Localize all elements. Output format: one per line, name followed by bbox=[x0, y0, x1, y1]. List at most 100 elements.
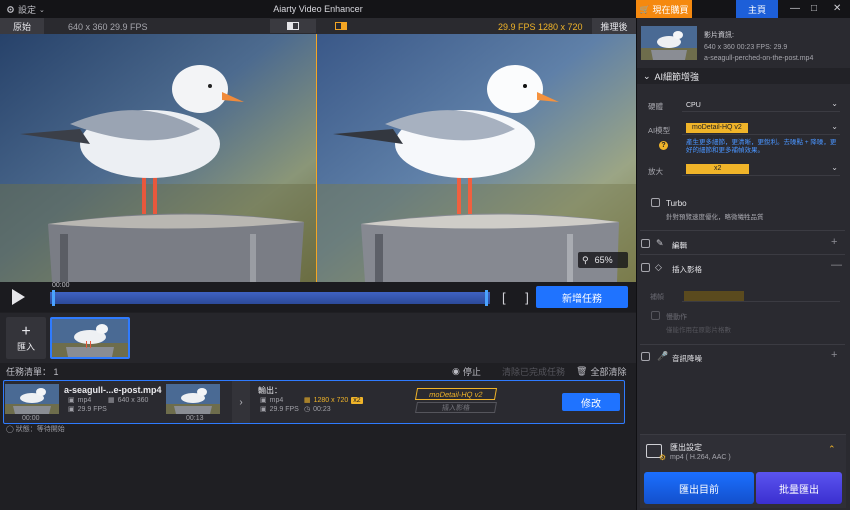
model-select[interactable]: moDetail-HQ v2 ⌄ bbox=[682, 122, 840, 135]
slow-motion-checkbox[interactable] bbox=[651, 311, 660, 320]
frame-sub-select[interactable] bbox=[682, 290, 840, 302]
frame-interp-icon: ◇ bbox=[655, 262, 662, 272]
ai-section-header[interactable]: ⌄ AI細節增強 bbox=[637, 68, 850, 84]
status-icon: ◯ bbox=[6, 426, 14, 433]
chevron-right-icon: › bbox=[232, 381, 250, 423]
magnifier-icon: ⚲ bbox=[582, 254, 589, 265]
section-divider bbox=[640, 254, 845, 255]
file-info-line: 640 x 360 00:23 FPS: 29.9 bbox=[704, 44, 788, 51]
expand-edit-icon[interactable]: + bbox=[831, 236, 837, 248]
frame-interp-checkbox[interactable] bbox=[641, 263, 650, 272]
model-note: 產生更多細節，更清晰，更銳利。去噪點 + 降噪，更好的細節和更多補幀效果。 bbox=[686, 139, 837, 154]
maximize-icon[interactable]: □ bbox=[811, 3, 817, 14]
model-label: AI模型 bbox=[648, 126, 671, 135]
audio-denoise-label: 音訊降噪 bbox=[672, 354, 702, 363]
processed-label: 推理後 bbox=[592, 18, 636, 34]
scale-select[interactable]: x2 ⌄ bbox=[682, 163, 840, 176]
trash-icon: 🗑 bbox=[576, 365, 588, 376]
video-thumbnail[interactable] bbox=[50, 317, 130, 359]
clear-done-button[interactable]: 清除已完成任務 bbox=[502, 365, 565, 378]
help-icon[interactable]: ? bbox=[659, 141, 668, 150]
audio-denoise-checkbox[interactable] bbox=[641, 352, 650, 361]
plus-icon: + bbox=[21, 322, 31, 340]
chevron-up-icon[interactable]: ⌃ bbox=[828, 444, 836, 455]
original-info: 640 x 360 29.9 FPS bbox=[68, 22, 148, 32]
turbo-checkbox[interactable] bbox=[651, 198, 660, 207]
output-duration: ◷ 00:23 bbox=[304, 405, 331, 414]
clear-all-button[interactable]: 🗑 全部清除 bbox=[576, 365, 626, 378]
frame-sub-value-box bbox=[684, 291, 744, 301]
turbo-note: 針對預覽速度優化，略微犧牲品質 bbox=[666, 214, 764, 221]
slow-motion-note: 僅能作用在原影片格數 bbox=[666, 327, 731, 334]
chevron-down-icon: ⌄ bbox=[831, 122, 838, 131]
import-button[interactable]: + 匯入 bbox=[6, 317, 46, 359]
device-select[interactable]: CPU ⌄ bbox=[682, 99, 840, 112]
turbo-label: Turbo bbox=[666, 199, 687, 208]
task-file-name: a-seagull-...e-post.mp4 bbox=[64, 385, 162, 395]
trim-start-handle[interactable] bbox=[52, 290, 55, 306]
edit-label: 編輯 bbox=[672, 241, 687, 250]
output-format: ▣ mp4 bbox=[260, 396, 284, 405]
task-item[interactable]: a-seagull-...e-post.mp4 ▣ mp4 ▦ 640 x 360 … bbox=[3, 380, 625, 424]
batch-export-button[interactable]: 批量匯出 bbox=[756, 472, 842, 504]
film-icon: ▣ bbox=[260, 397, 267, 404]
playback-bar: 00:00 [ ] 新增任務 bbox=[0, 282, 636, 312]
preview-header: 原始 640 x 360 29.9 FPS 29.9 FPS 1280 x 72… bbox=[0, 18, 636, 34]
stop-icon: ◉ bbox=[452, 365, 460, 376]
task-status: ◯ 狀態：等待開始 bbox=[6, 426, 65, 433]
expand-audio-icon[interactable]: + bbox=[831, 349, 837, 361]
fps-icon: ▣ bbox=[68, 406, 75, 413]
export-button[interactable]: 匯出目前 bbox=[644, 472, 754, 504]
play-button[interactable] bbox=[10, 288, 26, 308]
task-list-header: 任務清單： 1 ◉ 停止 清除已完成任務 🗑 全部清除 bbox=[0, 364, 636, 378]
title-bar: 設定 ⌄ Aiarty Video Enhancer 🛒 現在購買 主頁 — □… bbox=[0, 0, 850, 18]
file-thumbnail bbox=[641, 26, 697, 60]
clock-icon: ◷ bbox=[304, 406, 311, 413]
task-source-image bbox=[5, 384, 59, 414]
task-preview-thumbnail bbox=[166, 384, 220, 414]
modify-button[interactable]: 修改 bbox=[562, 393, 620, 411]
gear-icon: ⚙ bbox=[658, 453, 666, 462]
minimize-icon[interactable]: — bbox=[790, 3, 800, 14]
thumb-time-right: 00:13 bbox=[186, 415, 204, 422]
scale-label: 放大 bbox=[648, 167, 663, 176]
export-settings-value: mp4 ( H.264, AAC ) bbox=[670, 454, 731, 461]
timeline-track[interactable] bbox=[50, 290, 490, 306]
original-preview-pane[interactable] bbox=[0, 34, 316, 282]
zoom-value: 65% bbox=[594, 255, 613, 265]
import-row: + 匯入 bbox=[0, 313, 636, 363]
task-source-thumbnail bbox=[5, 384, 59, 414]
ai-section-title: AI細節增強 bbox=[654, 71, 700, 82]
export-settings-icon: ⚙ bbox=[646, 444, 666, 462]
add-task-button[interactable]: 新增任務 bbox=[536, 286, 628, 308]
original-video-frame bbox=[0, 34, 316, 282]
import-label: 匯入 bbox=[16, 341, 35, 352]
processed-preview-pane[interactable] bbox=[317, 34, 636, 282]
task-model-chip: moDetail-HQ v2 bbox=[414, 388, 498, 400]
fps-icon: ▣ bbox=[260, 406, 267, 413]
purchase-button[interactable]: 🛒 現在購買 bbox=[636, 0, 692, 18]
home-button[interactable]: 主頁 bbox=[736, 0, 778, 18]
trim-end-handle[interactable] bbox=[485, 290, 488, 306]
trim-brackets-icon[interactable]: [ ] bbox=[502, 290, 537, 305]
side-by-side-toggle[interactable] bbox=[318, 19, 364, 33]
frame-interp-label: 插入影格 bbox=[672, 265, 702, 274]
split-view-icon bbox=[287, 22, 299, 30]
section-divider bbox=[640, 344, 845, 345]
zoom-control[interactable]: ⚲ 65% bbox=[578, 252, 628, 268]
file-info-title: 影片資訊: bbox=[704, 32, 734, 39]
collapse-icon[interactable]: — bbox=[831, 259, 842, 271]
processed-video-frame bbox=[317, 34, 636, 282]
edit-checkbox[interactable] bbox=[641, 239, 650, 248]
play-icon bbox=[12, 289, 25, 305]
task-format: ▣ mp4 bbox=[68, 396, 92, 405]
device-label: 硬體 bbox=[648, 102, 663, 111]
task-fps: ▣ 29.9 FPS bbox=[68, 405, 107, 414]
processed-info: 29.9 FPS 1280 x 720 bbox=[498, 22, 583, 32]
export-settings-title: 匯出設定 bbox=[670, 443, 702, 452]
file-thumbnail-image bbox=[641, 26, 697, 60]
split-view-toggle[interactable] bbox=[270, 19, 316, 33]
close-icon[interactable]: ✕ bbox=[833, 3, 841, 14]
stop-button[interactable]: ◉ 停止 bbox=[452, 365, 481, 378]
chevron-down-icon: ⌄ bbox=[643, 70, 651, 81]
